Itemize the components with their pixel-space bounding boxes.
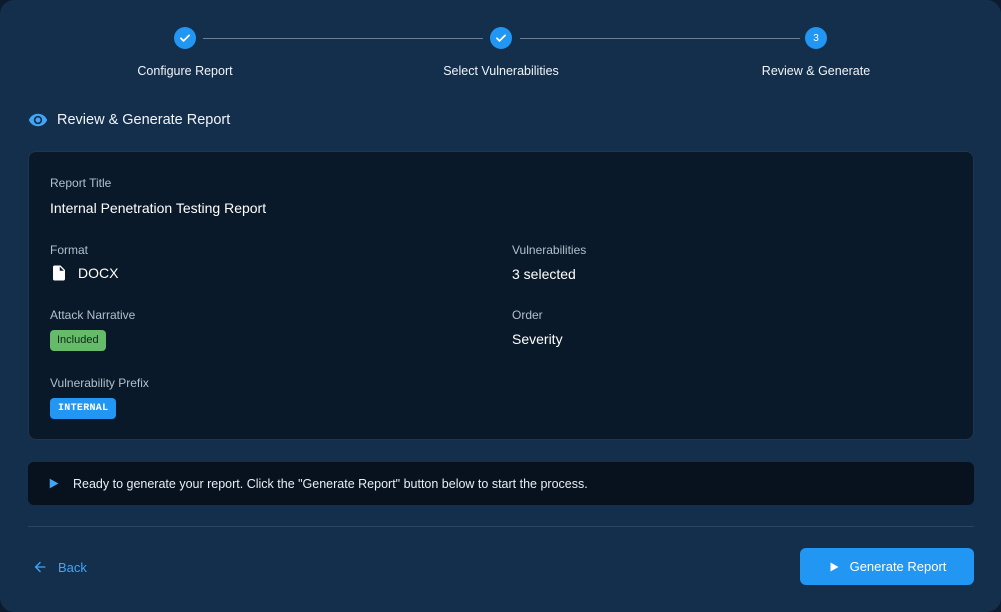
ready-info-text: Ready to generate your report. Click the… [73, 476, 588, 491]
section-heading: Review & Generate Report [28, 109, 230, 131]
ready-info-bar: Ready to generate your report. Click the… [28, 462, 974, 505]
order-label: Order [512, 308, 543, 322]
report-title-value: Internal Penetration Testing Report [50, 200, 267, 216]
step-3-number: 3 [805, 27, 827, 49]
back-button[interactable]: Back [32, 552, 87, 582]
review-generate-dialog: Configure Report Select Vulnerabilities … [0, 0, 1001, 612]
step-1-label: Configure Report [137, 64, 233, 78]
generate-report-button[interactable]: Generate Report [800, 548, 974, 585]
vulnerability-prefix-chip: INTERNAL [50, 398, 117, 419]
step-connector [520, 38, 800, 39]
vulnerabilities-label: Vulnerabilities [512, 243, 587, 257]
vulnerability-prefix-label: Vulnerability Prefix [50, 376, 149, 390]
attack-narrative-chip: Included [50, 330, 106, 351]
vulnerabilities-value: 3 selected [512, 266, 576, 282]
back-button-label: Back [58, 559, 87, 575]
step-2-check-icon [490, 27, 512, 49]
file-icon [50, 264, 68, 282]
step-3-label: Review & Generate [761, 64, 871, 78]
format-value-row: DOCX [50, 264, 118, 282]
step-2-label: Select Vulnerabilities [443, 64, 559, 78]
step-1-check-icon [174, 27, 196, 49]
stepper: Configure Report Select Vulnerabilities … [0, 0, 1001, 100]
format-value: DOCX [78, 265, 119, 281]
report-title-label: Report Title [50, 176, 112, 190]
section-title: Review & Generate Report [57, 112, 231, 128]
play-icon [47, 477, 60, 490]
generate-report-label: Generate Report [849, 559, 947, 574]
format-label: Format [50, 243, 89, 257]
eye-icon [28, 110, 48, 130]
order-value: Severity [512, 331, 563, 347]
play-icon [828, 561, 840, 573]
report-summary-card: Report Title Internal Penetration Testin… [28, 151, 974, 440]
footer-divider [28, 526, 974, 527]
arrow-left-icon [32, 559, 48, 575]
step-connector [203, 38, 483, 39]
attack-narrative-label: Attack Narrative [50, 308, 136, 322]
